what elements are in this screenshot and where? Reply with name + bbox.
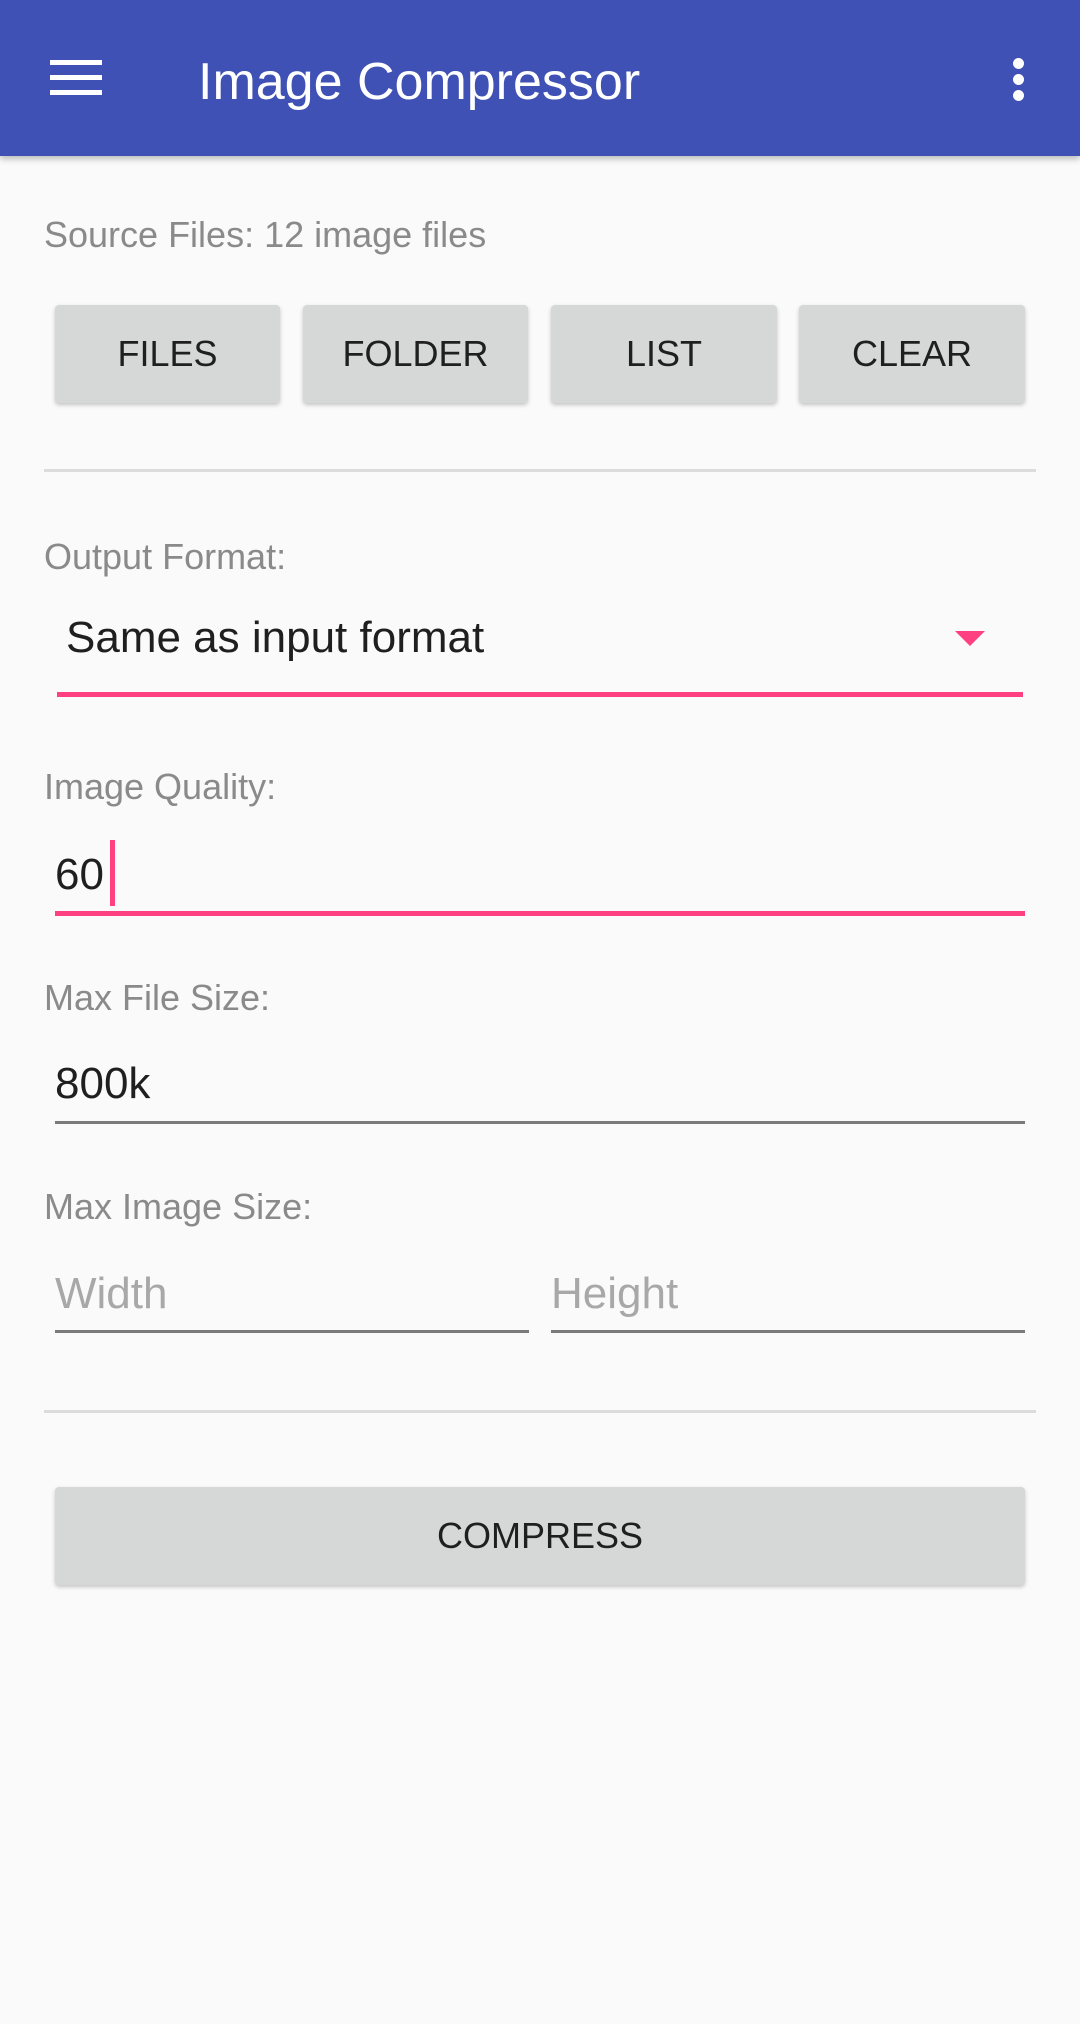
more-vert-icon[interactable] <box>1004 56 1034 102</box>
app-bar: Image Compressor <box>0 0 1080 156</box>
output-format-label: Output Format: <box>44 536 287 577</box>
output-format-underline <box>57 692 1023 697</box>
width-underline <box>55 1330 529 1333</box>
files-button[interactable]: FILES <box>55 305 280 403</box>
height-input[interactable]: Height <box>551 1267 678 1321</box>
section-divider <box>44 469 1036 472</box>
image-quality-label: Image Quality: <box>44 766 277 807</box>
dropdown-arrow-icon[interactable] <box>955 631 985 646</box>
list-button[interactable]: LIST <box>551 305 777 403</box>
max-file-size-input[interactable]: 800k <box>55 1057 150 1111</box>
clear-button[interactable]: CLEAR <box>799 305 1025 403</box>
height-underline <box>551 1330 1025 1333</box>
text-cursor <box>110 840 115 906</box>
width-input[interactable]: Width <box>55 1267 167 1321</box>
hamburger-menu-icon[interactable] <box>50 60 102 96</box>
source-files-label: Source Files: 12 image files <box>44 214 487 255</box>
app-title: Image Compressor <box>198 53 641 111</box>
image-quality-underline <box>55 911 1025 916</box>
max-file-size-underline <box>55 1121 1025 1124</box>
max-file-size-label: Max File Size: <box>44 977 271 1018</box>
output-format-selected[interactable]: Same as input format <box>66 611 484 665</box>
image-quality-input[interactable]: 60 <box>55 848 104 902</box>
folder-button[interactable]: FOLDER <box>303 305 528 403</box>
max-image-size-label: Max Image Size: <box>44 1186 313 1227</box>
section-divider-2 <box>44 1410 1036 1413</box>
compress-button[interactable]: COMPRESS <box>55 1487 1025 1585</box>
